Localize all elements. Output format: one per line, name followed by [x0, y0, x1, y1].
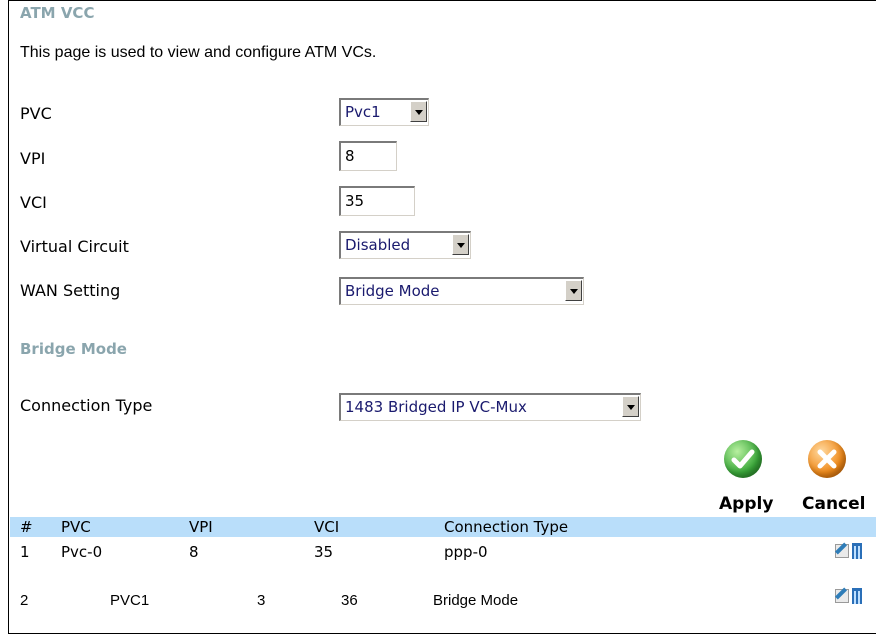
- chevron-down-icon[interactable]: [410, 101, 427, 122]
- apply-button[interactable]: Apply: [719, 494, 773, 514]
- chevron-down-icon[interactable]: [452, 234, 469, 255]
- trash-icon[interactable]: [852, 588, 862, 604]
- content-frame: [8, 0, 876, 634]
- page-title: ATM VCC: [20, 4, 95, 22]
- table-header-vpi: VPI: [189, 518, 213, 536]
- virtual-circuit-select[interactable]: Disabled: [339, 231, 471, 259]
- check-icon: [731, 449, 755, 469]
- pvc-select-value: Pvc1: [345, 103, 381, 121]
- edit-icon[interactable]: [835, 544, 849, 558]
- table-header-vci: VCI: [314, 518, 340, 536]
- table-header-connection-type: Connection Type: [444, 518, 569, 536]
- vpi-label: VPI: [20, 149, 46, 168]
- close-icon: [817, 449, 837, 469]
- row-vci: 35: [314, 543, 334, 561]
- cancel-icon[interactable]: [808, 440, 846, 478]
- connection-type-label: Connection Type: [20, 396, 153, 415]
- vci-input[interactable]: 35: [339, 186, 415, 216]
- wan-setting-label: WAN Setting: [20, 281, 121, 300]
- row-vpi: 8: [189, 543, 199, 561]
- table-header: [10, 517, 876, 537]
- row-pvc: PVC1: [110, 592, 150, 609]
- table-header-pvc: PVC: [61, 518, 91, 536]
- wan-setting-select[interactable]: Bridge Mode: [339, 277, 584, 305]
- row-connection-type: Bridge Mode: [433, 592, 519, 609]
- virtual-circuit-select-value: Disabled: [345, 236, 411, 254]
- chevron-down-icon[interactable]: [622, 396, 639, 417]
- wan-setting-select-value: Bridge Mode: [345, 282, 440, 300]
- chevron-down-icon[interactable]: [565, 280, 582, 301]
- row-vpi: 3: [257, 592, 266, 609]
- pvc-select[interactable]: Pvc1: [339, 98, 429, 126]
- row-index: 1: [20, 543, 30, 561]
- row-vci: 36: [341, 592, 358, 609]
- bridge-section-title: Bridge Mode: [20, 340, 127, 358]
- trash-icon[interactable]: [852, 543, 862, 559]
- table-header-index: #: [20, 518, 33, 536]
- edit-icon[interactable]: [835, 589, 849, 603]
- row-connection-type: ppp-0: [444, 543, 488, 561]
- connection-type-select[interactable]: 1483 Bridged IP VC-Mux: [339, 393, 641, 421]
- apply-icon[interactable]: [724, 440, 762, 478]
- connection-type-select-value: 1483 Bridged IP VC-Mux: [345, 398, 527, 416]
- cancel-button[interactable]: Cancel: [802, 494, 865, 514]
- page-description: This page is used to view and configure …: [20, 44, 377, 61]
- pvc-label: PVC: [20, 104, 52, 123]
- row-pvc: Pvc-0: [61, 543, 103, 561]
- vci-label: VCI: [20, 193, 47, 212]
- virtual-circuit-label: Virtual Circuit: [20, 237, 129, 256]
- vpi-input[interactable]: 8: [339, 141, 397, 171]
- row-index: 2: [20, 592, 29, 609]
